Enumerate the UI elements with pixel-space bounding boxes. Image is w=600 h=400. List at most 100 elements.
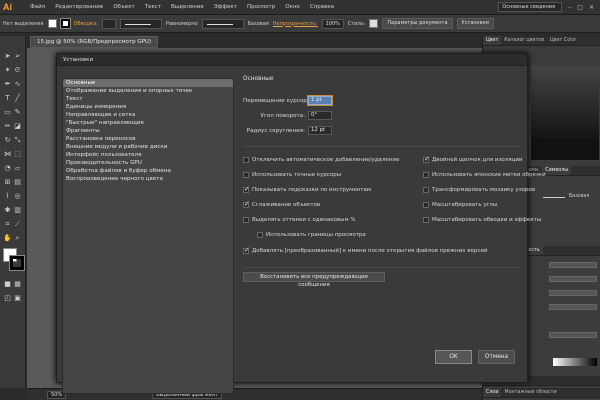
- category-black-appearance[interactable]: Воспроизведение черного цвета: [63, 175, 233, 183]
- key-increment-input[interactable]: 1 pt: [308, 96, 332, 105]
- variable-width-select[interactable]: [120, 19, 162, 29]
- panel-field-4[interactable]: [549, 304, 597, 310]
- width-icon[interactable]: ⋈: [3, 150, 12, 159]
- artboard-icon[interactable]: ⌗: [3, 220, 12, 229]
- workspace-select[interactable]: Основные сведения: [498, 2, 562, 12]
- checkbox-box[interactable]: [243, 217, 249, 223]
- stroke-weight-select[interactable]: [102, 19, 116, 29]
- checkbox-box[interactable]: [243, 187, 249, 193]
- checkbox-box[interactable]: [243, 202, 249, 208]
- checkbox-box[interactable]: [243, 172, 249, 178]
- type-icon[interactable]: T: [3, 94, 12, 103]
- zoom-icon[interactable]: ⌕: [13, 234, 22, 243]
- eraser-icon[interactable]: ◪: [13, 122, 22, 131]
- gradient-icon[interactable]: ▤: [13, 178, 22, 187]
- category-smart-guides[interactable]: "Быстрые" направляющие: [63, 119, 233, 127]
- free-transform-icon[interactable]: ⬚: [13, 150, 22, 159]
- checkbox-show-tooltips[interactable]: Показывать подсказки по инструментам: [243, 187, 371, 193]
- checkbox-disable-auto-add[interactable]: Отключить автоматическое добавление/удал…: [243, 157, 399, 163]
- preferences-button[interactable]: Установки: [457, 18, 494, 29]
- opacity-field[interactable]: 100%: [322, 19, 344, 29]
- checkbox-box[interactable]: [423, 172, 429, 178]
- tab-color-guide[interactable]: Каталог цветов: [501, 36, 547, 45]
- stroke-swatch[interactable]: [61, 19, 70, 28]
- minimize-icon[interactable]: –: [568, 4, 571, 11]
- selection-tool-icon[interactable]: ➤: [3, 52, 12, 61]
- tab-color-themes[interactable]: Цвет Color: [547, 36, 579, 45]
- panel-field-5[interactable]: [549, 332, 597, 338]
- tab-color[interactable]: Цвет: [483, 36, 501, 45]
- gradient-slider[interactable]: [553, 358, 597, 366]
- brush-preview[interactable]: [543, 197, 565, 198]
- checkbox-box[interactable]: [243, 157, 249, 163]
- stroke-color-icon[interactable]: [10, 256, 24, 270]
- line-icon[interactable]: ╱: [13, 94, 22, 103]
- checkbox-preview-bounds[interactable]: Использовать границы просмотра: [257, 232, 366, 238]
- menu-type[interactable]: Текст: [140, 4, 166, 10]
- menu-view[interactable]: Просмотр: [242, 4, 280, 10]
- lasso-icon[interactable]: ᘓ: [13, 66, 22, 75]
- opacity-link[interactable]: Непрозрачность:: [273, 21, 318, 27]
- checkbox-double-click-isolate[interactable]: Двойной щелчок для изоляции: [423, 157, 522, 163]
- menu-edit[interactable]: Редактирование: [50, 4, 108, 10]
- curvature-icon[interactable]: ∿: [13, 80, 22, 89]
- category-hyphenation[interactable]: Расстановка переносов: [63, 135, 233, 143]
- category-user-interface[interactable]: Интерфейс пользователя: [63, 151, 233, 159]
- category-slices[interactable]: Фрагменты: [63, 127, 233, 135]
- category-guides-grid[interactable]: Направляющие и сетка: [63, 111, 233, 119]
- category-units[interactable]: Единицы измерения: [63, 103, 233, 111]
- direct-selection-icon[interactable]: ➢: [13, 52, 22, 61]
- checkbox-append-converted[interactable]: Добавлять [преобразованный] к имени посл…: [243, 248, 488, 254]
- rectangle-icon[interactable]: ▭: [3, 108, 12, 117]
- checkbox-box[interactable]: [423, 157, 429, 163]
- corner-radius-input[interactable]: 12 pt: [308, 126, 332, 135]
- maximize-icon[interactable]: □: [577, 4, 583, 11]
- hand-icon[interactable]: ✋: [3, 234, 12, 243]
- panel-field-3[interactable]: [549, 290, 597, 296]
- constrain-angle-input[interactable]: 0°: [308, 111, 332, 120]
- menu-effect[interactable]: Эффект: [209, 4, 242, 10]
- checkbox-japanese-crop-marks[interactable]: Использовать японские метки обрезки: [423, 172, 546, 178]
- category-type[interactable]: Текст: [63, 95, 233, 103]
- brush-icon[interactable]: ✎: [13, 108, 22, 117]
- checkbox-box[interactable]: [243, 248, 249, 254]
- shape-builder-icon[interactable]: ◔: [3, 164, 12, 173]
- checkbox-box[interactable]: [257, 232, 263, 238]
- magic-wand-icon[interactable]: ✶: [3, 66, 12, 75]
- brush-select[interactable]: [202, 19, 244, 29]
- menu-window[interactable]: Окно: [280, 4, 305, 10]
- color-spectrum[interactable]: [531, 66, 599, 160]
- tab-symbols[interactable]: Символы: [542, 166, 571, 175]
- checkbox-select-same-tint[interactable]: Выделять оттенки с одинаковым %: [243, 217, 356, 223]
- rotate-icon[interactable]: ↻: [3, 136, 12, 145]
- style-swatch[interactable]: [369, 19, 378, 28]
- symbol-sprayer-icon[interactable]: ✱: [3, 206, 12, 215]
- checkbox-box[interactable]: [423, 217, 429, 223]
- category-plugins[interactable]: Внешние модули и рабочие диски: [63, 143, 233, 151]
- blend-icon[interactable]: ◎: [13, 192, 22, 201]
- cancel-button[interactable]: Отмена: [478, 350, 515, 364]
- category-general[interactable]: Основные: [63, 79, 233, 87]
- screen-mode-icon[interactable]: ▣: [13, 294, 22, 303]
- checkbox-transform-patterns[interactable]: Трансформировать мозаику узоров: [423, 187, 535, 193]
- eyedropper-icon[interactable]: ⌇: [3, 192, 12, 201]
- menu-file[interactable]: Файл: [25, 4, 50, 10]
- graph-icon[interactable]: ▥: [13, 206, 22, 215]
- category-file-handling[interactable]: Обработка файлов и буфер обмена: [63, 167, 233, 175]
- color-mode-icon[interactable]: ■: [3, 280, 12, 289]
- pencil-icon[interactable]: ✏: [3, 122, 12, 131]
- reset-warnings-button[interactable]: Восстановить все предупреждающие сообщен…: [243, 272, 385, 282]
- document-setup-button[interactable]: Параметры документа: [382, 18, 452, 29]
- ok-button[interactable]: OK: [435, 350, 472, 364]
- category-selection-display[interactable]: Отображение выделения и опорных точек: [63, 87, 233, 95]
- tab-artboards[interactable]: Монтажные области: [501, 388, 559, 397]
- tab-layers[interactable]: Слои: [483, 388, 501, 397]
- draw-mode-icon[interactable]: ◰: [3, 294, 12, 303]
- menu-select[interactable]: Выделение: [166, 4, 209, 10]
- checkbox-precise-cursors[interactable]: Использовать точные курсоры: [243, 172, 341, 178]
- menu-help[interactable]: Справка: [305, 4, 339, 10]
- fill-swatch[interactable]: [48, 19, 57, 28]
- close-icon[interactable]: ✕: [589, 4, 594, 11]
- scale-icon[interactable]: ⤡: [13, 136, 22, 145]
- checkbox-box[interactable]: [423, 202, 429, 208]
